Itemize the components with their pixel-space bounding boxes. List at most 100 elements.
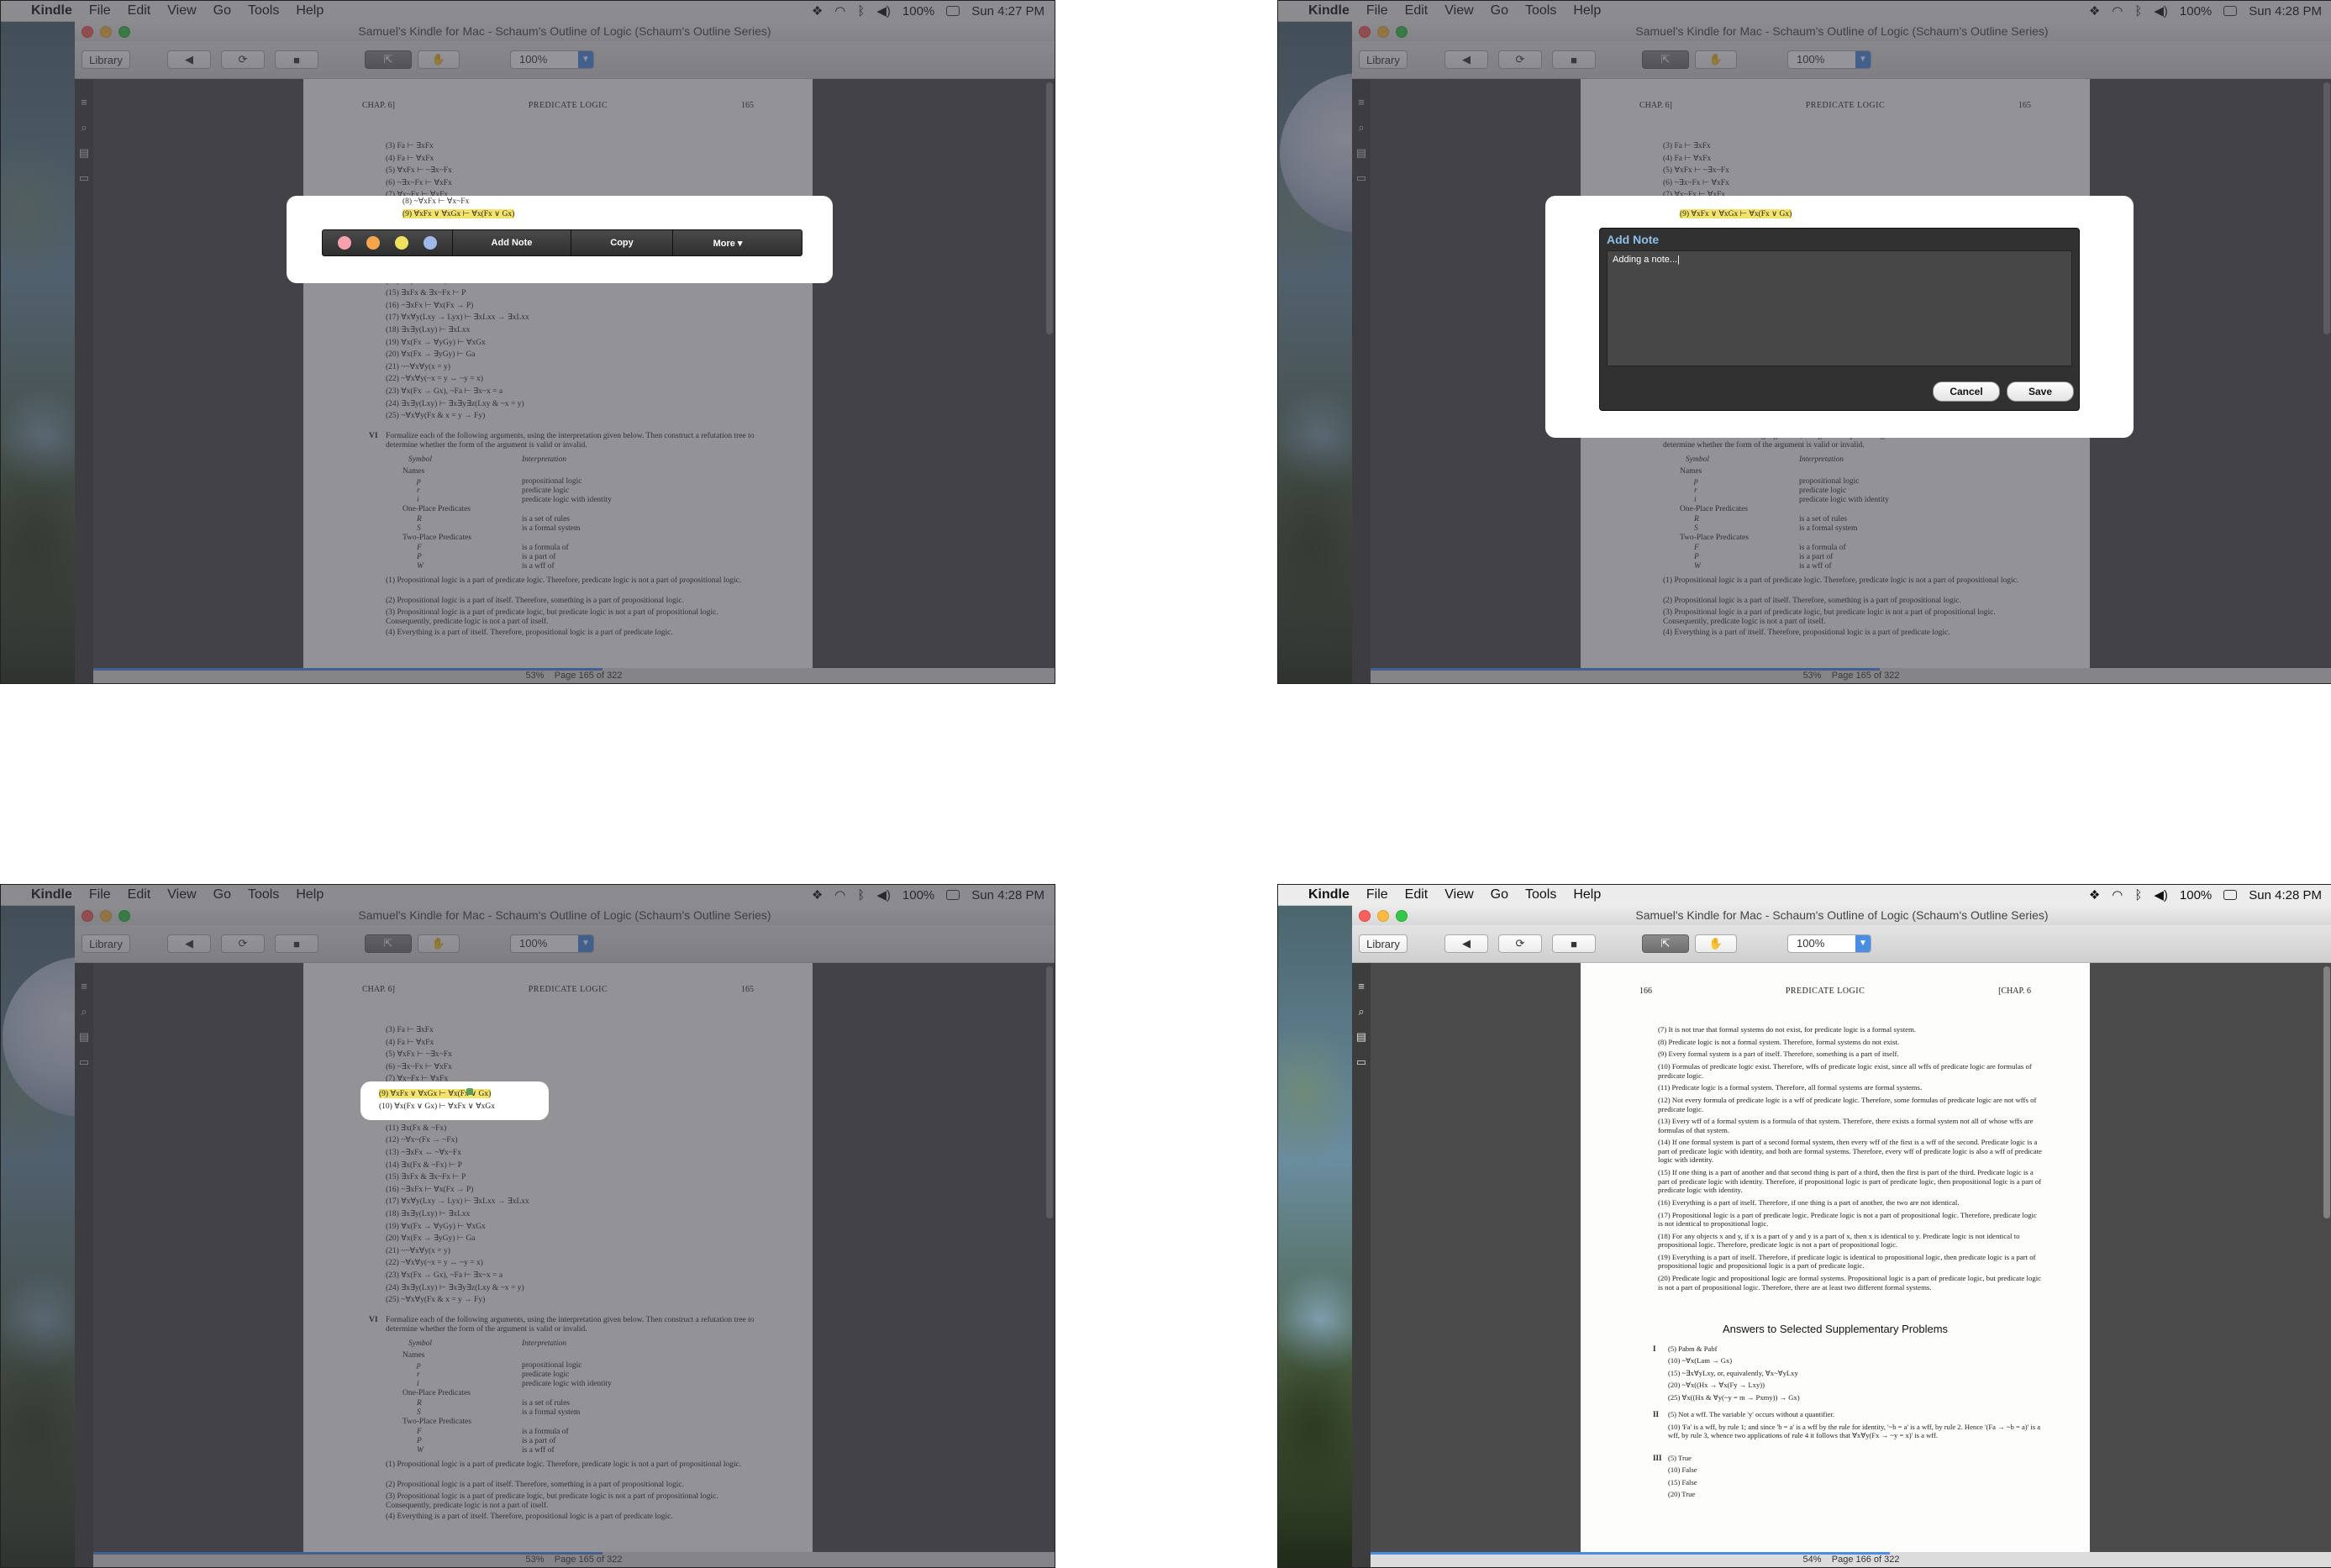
exercise-item[interactable]: (16) Everything is a part of itself. The… [1658, 1198, 2043, 1208]
menu-tools[interactable]: Tools [1525, 887, 1556, 902]
status-bar: 54% Page 166 of 322 [1371, 1552, 2331, 1567]
minimize-window-button[interactable] [1377, 910, 1389, 922]
wifi-icon[interactable]: ◠ [2112, 887, 2123, 902]
flashcards-icon[interactable]: ▭ [1355, 1055, 1368, 1069]
menu-clock[interactable]: Sun 4:28 PM [2249, 888, 2322, 902]
exercise-item[interactable]: (19) Everything is a part of itself. The… [1658, 1253, 2043, 1271]
screenshot-panel-1: Kindle File Edit View Go Tools Help ❖ ◠ … [0, 0, 1055, 684]
add-note-button[interactable]: Add Note [453, 238, 571, 248]
highlight-popup: Add Note Copy More ▾ [322, 229, 802, 256]
window-title: Samuel's Kindle for Mac - Schaum's Outli… [1352, 905, 2331, 925]
close-window-button[interactable] [1359, 910, 1371, 922]
highlighted-formula: (9) ∀xFx ∨ ∀xGx ⊢ ∀x(Fx ∨ Gx) [379, 1089, 492, 1098]
zoom-value: 100% [1797, 937, 1825, 950]
menu-file[interactable]: File [1366, 887, 1388, 902]
more-button[interactable]: More ▾ [673, 238, 782, 249]
screenshot-panel-4: Kindle File Edit View Go Tools Help ❖ ◠ … [1277, 884, 2331, 1568]
answer-row: (10) ~∀x(Lam → Gx) [1668, 1356, 1733, 1365]
dim-overlay [1, 1, 1055, 683]
answer-row: (5) Pabm & Pabf [1668, 1344, 1718, 1353]
battery-icon[interactable] [2223, 890, 2238, 900]
answer-group-label: II [1653, 1410, 1660, 1419]
search-icon[interactable]: ⌕ [1355, 1005, 1368, 1018]
exercise-item[interactable]: (7) It is not true that formal systems d… [1658, 1025, 2043, 1034]
back-button[interactable]: ◀ [1444, 934, 1488, 953]
traffic-lights [1359, 910, 1408, 922]
library-button[interactable]: Library [1359, 934, 1408, 953]
screenshot-panel-2: Kindle File Edit View Go Tools Help ❖ ◠ … [1277, 0, 2331, 684]
zoom-select[interactable]: 100% ▼ [1787, 934, 1871, 953]
battery-percent: 100% [2179, 887, 2213, 902]
volume-icon[interactable]: ◀) [2154, 887, 2168, 902]
cancel-button[interactable]: Cancel [1933, 381, 2000, 402]
highlight-color-4[interactable] [424, 236, 437, 250]
formula-line: (10) ∀x(Fx ∨ Gx) ⊢ ∀xFx ∨ ∀xGx [379, 1102, 495, 1111]
select-tool-button[interactable]: ⇱ [1642, 934, 1689, 953]
note-textarea[interactable]: Adding a note...| [1607, 250, 2072, 366]
answer-row: (5) Not a wff. The variable 'y' occurs w… [1668, 1410, 1834, 1419]
answer-row: (15) ~∃x∀yLxy, or, equivalently, ∀x~∀yLx… [1668, 1368, 1798, 1377]
formula-line: (8) ~∀xFx ⊢ ∀x~Fx [403, 197, 470, 206]
selected-formula: (9) ∀xFx ∨ ∀xGx ⊢ ∀x(Fx ∨ Gx) [1680, 209, 1792, 218]
kindle-toolbar: Library ◀ ⟳ ■ ⇱ ✋ 100% ▼ [1352, 925, 2331, 963]
copy-button[interactable]: Copy [571, 238, 672, 248]
menu-view[interactable]: View [1444, 887, 1473, 902]
zoom-window-button[interactable] [1396, 910, 1408, 922]
answer-row: (15) False [1668, 1477, 1697, 1486]
menu-go[interactable]: Go [1491, 887, 1508, 902]
book-viewer[interactable]: 166 PREDICATE LOGIC [CHAP. 6 (7) It is not … [1371, 963, 2331, 1552]
bluetooth-icon[interactable]: ᛒ [2134, 888, 2142, 902]
exercise-item[interactable]: (15) If one thing is a part of another a… [1658, 1168, 2043, 1195]
highlight-color-2[interactable] [366, 236, 380, 250]
answer-group-label: III [1653, 1453, 1662, 1462]
menu-edit[interactable]: Edit [1405, 887, 1429, 902]
hand-tool-button[interactable]: ✋ [1695, 934, 1737, 953]
add-note-dialog: Add Note Adding a note...| Cancel Save [1599, 228, 2080, 411]
status-percent: 54% [1802, 1555, 1822, 1565]
mac-menu-bar: Kindle File Edit View Go Tools Help ❖ ◠ … [1278, 885, 2331, 906]
page-header: 166 PREDICATE LOGIC [CHAP. 6 [1581, 963, 2090, 996]
dropbox-icon[interactable]: ❖ [2089, 887, 2100, 902]
sync-icon: ⟳ [1515, 937, 1525, 950]
exercise-item[interactable]: (17) Propositional logic is a part of pr… [1658, 1211, 2043, 1229]
exercise-item[interactable]: (10) Formulas of predicate logic exist. … [1658, 1062, 2043, 1080]
bookmark-button[interactable]: ■ [1552, 934, 1596, 953]
screenshot-panel-3: Kindle File Edit View Go Tools Help ❖ ◠ … [0, 884, 1055, 1568]
answer-row: (5) True [1668, 1453, 1692, 1462]
book-page[interactable]: 166 PREDICATE LOGIC [CHAP. 6 (7) It is not … [1581, 963, 2090, 1552]
status-page: Page 166 of 322 [1831, 1555, 1900, 1565]
answers-title: Answers to Selected Supplementary Proble… [1722, 1322, 1949, 1335]
header-title: PREDICATE LOGIC [1785, 987, 1865, 996]
exercise-item[interactable]: (20) Predicate logic and propositional l… [1658, 1274, 2043, 1292]
sync-button[interactable]: ⟳ [1498, 934, 1542, 953]
menu-help[interactable]: Help [1573, 887, 1601, 902]
back-arrow-icon: ◀ [1462, 937, 1471, 950]
exercise-item[interactable]: (8) Predicate logic is not a formal syst… [1658, 1038, 2043, 1047]
add-note-title: Add Note [1607, 233, 1660, 246]
left-sidebar: ≡ ⌕ ▤ ▭ [1352, 963, 1371, 1567]
menu-app-name[interactable]: Kindle [1308, 887, 1350, 902]
answer-group-label: I [1653, 1344, 1656, 1353]
kindle-window: Samuel's Kindle for Mac - Schaum's Outli… [1352, 905, 2331, 1567]
exercise-item[interactable]: (18) For any objects x and y, if x is a … [1658, 1232, 2043, 1250]
selected-formula: (9) ∀xFx ∨ ∀xGx ⊢ ∀x(Fx ∨ Gx) [403, 209, 515, 218]
exercise-item[interactable]: (9) Every formal system is a part of its… [1658, 1050, 2043, 1059]
exercise-item[interactable]: (11) Predicate logic is a formal system.… [1658, 1083, 2043, 1092]
hand-icon: ✋ [1708, 937, 1723, 950]
header-chapter: [CHAP. 6 [1998, 987, 2031, 996]
highlight-color-1[interactable] [338, 236, 351, 250]
notes-icon[interactable]: ▤ [1355, 1030, 1368, 1044]
note-marker-icon[interactable] [466, 1088, 473, 1095]
exercise-item[interactable]: (12) Not every formula of predicate logi… [1658, 1096, 2043, 1113]
toc-icon[interactable]: ≡ [1355, 980, 1368, 993]
answer-row: (10) False [1668, 1465, 1697, 1475]
answer-row: (10) 'Fa' is a wff, by rule 1; and since… [1668, 1422, 2041, 1439]
answer-row: (20) ~∀x((Hx → ∀x(Fy → Lxy)) [1668, 1381, 1765, 1390]
exercise-item[interactable]: (14) If one formal system is part of a s… [1658, 1138, 2043, 1165]
highlight-spotlight [360, 1081, 549, 1120]
exercise-item[interactable]: (13) Every wff of a formal system is a f… [1658, 1117, 2043, 1134]
highlight-color-3[interactable] [395, 236, 408, 250]
scrollbar[interactable] [2323, 966, 2330, 1218]
dim-overlay [1, 885, 1055, 1567]
save-button[interactable]: Save [2007, 381, 2074, 402]
